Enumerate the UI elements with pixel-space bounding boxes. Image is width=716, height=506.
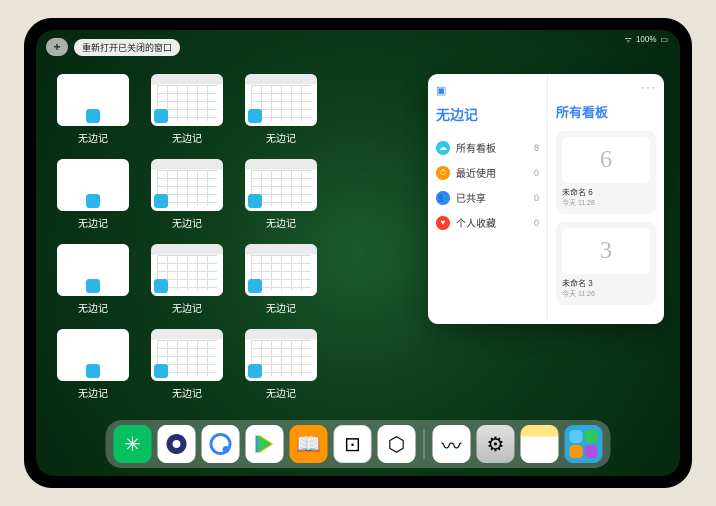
share-icon: 👥 (436, 191, 450, 205)
window-thumb[interactable]: 无边记 (240, 74, 322, 145)
window-thumb[interactable]: 无边记 (146, 159, 228, 230)
sidebar-item-count: 0 (534, 168, 539, 178)
window-label: 无边记 (78, 385, 108, 400)
window-label: 无边记 (78, 215, 108, 230)
window-grid: 无边记无边记无边记无边记无边记无边记无边记无边记无边记无边记无边记无边记 (52, 74, 416, 416)
sidebar-item-label: 最近使用 (456, 165, 496, 180)
sidebar-item-count: 0 (534, 218, 539, 228)
board-name: 未命名 3 (562, 278, 650, 289)
window-thumb[interactable]: 无边记 (240, 329, 322, 400)
battery-label: 100% (636, 35, 656, 44)
window-preview (57, 329, 129, 381)
window-preview (245, 329, 317, 381)
window-label: 无边记 (266, 215, 296, 230)
window-preview (151, 329, 223, 381)
board-card[interactable]: 6 未命名 6今天 11:28 (556, 131, 656, 214)
dock-hex-icon[interactable]: ⬡ (378, 425, 416, 463)
dock: ✳ 📖⊡⬡ 〰⚙ (106, 420, 611, 468)
sidebar-item-share[interactable]: 👥 已共享 0 (436, 185, 539, 210)
board-name: 未命名 6 (562, 187, 650, 198)
board-preview: 3 (562, 228, 650, 274)
window-label: 无边记 (172, 130, 202, 145)
window-thumb[interactable]: 无边记 (146, 244, 228, 315)
more-icon[interactable]: ··· (641, 80, 656, 94)
window-preview (245, 74, 317, 126)
sidebar-item-cloud[interactable]: ☁ 所有看板 8 (436, 135, 539, 160)
sidebar-item-heart[interactable]: ♥ 个人收藏 0 (436, 210, 539, 235)
window-preview (151, 74, 223, 126)
sidebar-item-label: 个人收藏 (456, 215, 496, 230)
window-preview (57, 74, 129, 126)
sidebar-item-clock[interactable]: ⏱ 最近使用 0 (436, 160, 539, 185)
dock-settings-icon[interactable]: ⚙ (477, 425, 515, 463)
sidebar-toggle-icon[interactable]: ▣ (436, 84, 539, 97)
window-preview (245, 244, 317, 296)
dock-separator (424, 429, 425, 459)
dock-books-icon[interactable]: 📖 (290, 425, 328, 463)
window-thumb[interactable]: 无边记 (52, 244, 134, 315)
dock-notes-icon[interactable] (521, 425, 559, 463)
new-window-button[interactable]: + (46, 38, 68, 56)
battery-icon: ▭ (660, 35, 668, 44)
window-thumb[interactable]: 无边记 (146, 74, 228, 145)
freeform-panel[interactable]: ▣ 无边记 ☁ 所有看板 8 ⏱ 最近使用 0 👥 已共享 0 ♥ 个人收藏 0 ··· 所有看板 6… (428, 74, 664, 324)
window-thumb[interactable]: 无边记 (52, 74, 134, 145)
window-preview (151, 159, 223, 211)
window-label: 无边记 (266, 130, 296, 145)
sidebar-item-label: 已共享 (456, 190, 486, 205)
clock-icon: ⏱ (436, 166, 450, 180)
panel-right-title: 所有看板 (556, 102, 656, 121)
window-thumb[interactable]: 无边记 (240, 159, 322, 230)
dock-wechat-icon[interactable]: ✳ (114, 425, 152, 463)
top-bar: + 重新打开已关闭的窗口 (46, 38, 180, 56)
sidebar-item-count: 0 (534, 193, 539, 203)
reopen-closed-button[interactable]: 重新打开已关闭的窗口 (74, 39, 180, 56)
window-preview (245, 159, 317, 211)
dock-qbrowser-icon[interactable] (202, 425, 240, 463)
dock-play-icon[interactable] (246, 425, 284, 463)
board-time: 今天 11:26 (562, 289, 650, 299)
window-label: 无边记 (172, 385, 202, 400)
window-label: 无边记 (78, 300, 108, 315)
screen: ᯤ 100% ▭ + 重新打开已关闭的窗口 无边记无边记无边记无边记无边记无边记… (36, 30, 680, 476)
workspace: 无边记无边记无边记无边记无边记无边记无边记无边记无边记无边记无边记无边记 ▣ 无… (52, 74, 664, 416)
window-thumb[interactable]: 无边记 (146, 329, 228, 400)
window-label: 无边记 (172, 215, 202, 230)
dock-quark-icon[interactable] (158, 425, 196, 463)
window-thumb[interactable]: 无边记 (52, 159, 134, 230)
window-thumb[interactable]: 无边记 (52, 329, 134, 400)
panel-content: ··· 所有看板 6 未命名 6今天 11:28 3 未命名 3今天 11:26 (548, 74, 664, 324)
board-preview: 6 (562, 137, 650, 183)
window-preview (57, 244, 129, 296)
panel-sidebar: ▣ 无边记 ☁ 所有看板 8 ⏱ 最近使用 0 👥 已共享 0 ♥ 个人收藏 0 (428, 74, 548, 324)
dock-applib-icon[interactable] (565, 425, 603, 463)
window-label: 无边记 (172, 300, 202, 315)
board-card[interactable]: 3 未命名 3今天 11:26 (556, 222, 656, 305)
window-preview (57, 159, 129, 211)
sidebar-item-label: 所有看板 (456, 140, 496, 155)
window-label: 无边记 (266, 300, 296, 315)
heart-icon: ♥ (436, 216, 450, 230)
wifi-icon: ᯤ (625, 34, 632, 45)
ipad-device: ᯤ 100% ▭ + 重新打开已关闭的窗口 无边记无边记无边记无边记无边记无边记… (24, 18, 692, 488)
status-bar: ᯤ 100% ▭ (625, 34, 668, 45)
window-label: 无边记 (266, 385, 296, 400)
cloud-icon: ☁ (436, 141, 450, 155)
panel-title: 无边记 (436, 105, 539, 125)
dock-dice-icon[interactable]: ⊡ (334, 425, 372, 463)
board-time: 今天 11:28 (562, 198, 650, 208)
window-preview (151, 244, 223, 296)
dock-freeform-icon[interactable]: 〰 (433, 425, 471, 463)
sidebar-item-count: 8 (534, 143, 539, 153)
window-label: 无边记 (78, 130, 108, 145)
window-thumb[interactable]: 无边记 (240, 244, 322, 315)
